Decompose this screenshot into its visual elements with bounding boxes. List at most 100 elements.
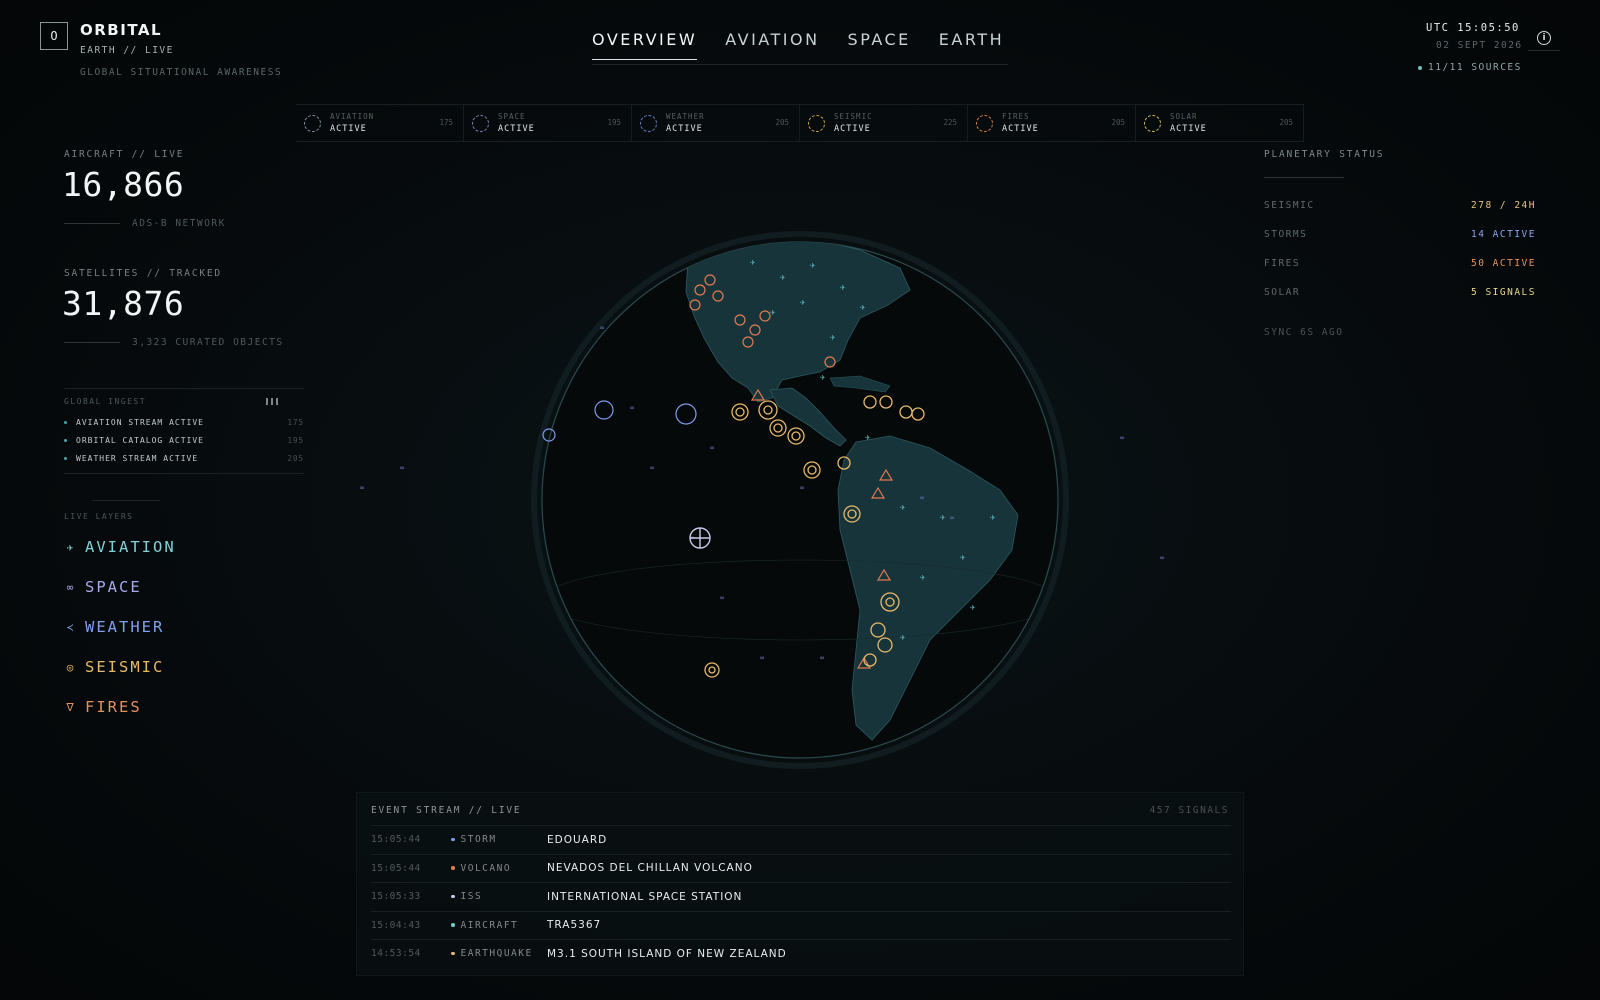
satellite-marker-icon: ∞ — [1160, 554, 1164, 562]
stream-status-strip: AVIATION ACTIVE 175 SPACE ACTIVE 195 WEATHER AC… — [296, 104, 1304, 142]
info-button[interactable]: i — [1528, 25, 1560, 51]
satellite-marker-icon: ∞ — [360, 484, 364, 492]
aircraft-label: AIRCRAFT // LIVE — [64, 149, 185, 160]
event-category-label: AIRCRAFT — [460, 919, 519, 931]
event-time: 15:05:44 — [371, 862, 421, 874]
event-row[interactable]: 15:05:44 STORM EDOUARD — [371, 825, 1231, 853]
satellite-marker-icon: ∞ — [600, 324, 604, 332]
aircraft-marker-icon: ✈ — [940, 513, 946, 523]
layer-toggle-seismic[interactable]: ◎ SEISMIC — [64, 658, 164, 676]
event-category: VOLCANO — [451, 863, 547, 874]
event-stream-title: EVENT STREAM // LIVE — [371, 805, 522, 816]
seismic-icon: ◎ — [66, 660, 74, 674]
stream-status: ACTIVE — [1002, 124, 1039, 134]
event-category: STORM — [451, 834, 547, 845]
tab-earth[interactable]: EARTH — [939, 30, 1004, 60]
event-category-label: ISS — [460, 891, 483, 902]
aircraft-marker-icon: ✈ — [990, 513, 996, 523]
stream-cell-weather[interactable]: WEATHER ACTIVE 205 — [632, 105, 800, 141]
tab-space[interactable]: SPACE — [848, 30, 911, 60]
pause-icon[interactable] — [266, 398, 278, 405]
aircraft-marker-icon: ✈ — [770, 308, 776, 318]
ingest-row-label: WEATHER STREAM ACTIVE — [76, 454, 199, 463]
stream-label: FIRES — [1002, 112, 1030, 121]
stream-count: 205 — [1111, 118, 1125, 127]
event-time: 15:04:43 — [371, 919, 421, 931]
satellite-marker-icon: ∞ — [650, 464, 654, 472]
planetary-value: 5 SIGNALS — [1471, 287, 1536, 298]
status-dot-icon — [1418, 65, 1422, 70]
main-nav: OVERVIEW AVIATION SPACE EARTH — [592, 30, 1004, 60]
aircraft-marker-icon: ✈ — [900, 503, 906, 513]
stream-cell-space[interactable]: SPACE ACTIVE 195 — [464, 105, 632, 141]
layer-toggle-fires[interactable]: ᐁ FIRES — [64, 698, 142, 716]
event-category-label: STORM — [460, 834, 497, 845]
current-date: 02 SEPT 2026 — [1436, 40, 1523, 51]
logo-mark[interactable]: O — [40, 22, 68, 50]
loading-ring-icon — [1144, 114, 1161, 132]
planetary-value: 14 ACTIVE — [1471, 229, 1536, 240]
planetary-row-fires: FIRES 50 ACTIVE — [1264, 258, 1536, 269]
event-category: ISS — [451, 891, 547, 902]
ingest-row-label: AVIATION STREAM ACTIVE — [76, 418, 204, 427]
aircraft-marker-icon: ✈ — [960, 553, 966, 563]
satellite-marker-icon: ∞ — [920, 494, 924, 502]
globe-view[interactable]: ✈ ✈ ✈ ✈ ✈ ✈ ✈ ✈ ✈ ✈ ✈ ✈ ✈ ✈ ✈ ✈ ✈ ∞ ∞ ∞ … — [300, 140, 1300, 790]
tab-aviation[interactable]: AVIATION — [725, 30, 819, 60]
utc-clock: UTC 15:05:50 — [1426, 22, 1520, 34]
stream-status: ACTIVE — [666, 124, 703, 134]
stream-status: ACTIVE — [498, 124, 535, 134]
stream-label: SPACE — [498, 112, 526, 121]
layer-label: SEISMIC — [85, 658, 165, 676]
layer-toggle-aviation[interactable]: ✈ AVIATION — [64, 538, 176, 556]
plane-icon: ✈ — [66, 540, 74, 554]
ingest-title: GLOBAL INGEST — [64, 397, 147, 406]
satellite-marker-icon: ∞ — [400, 464, 404, 472]
stream-status: ACTIVE — [1170, 124, 1207, 134]
event-row[interactable]: 15:05:44 VOLCANO NEVADOS DEL CHILLAN VOLCA… — [371, 853, 1231, 882]
layer-toggle-space[interactable]: ∞ SPACE — [64, 578, 142, 596]
aircraft-marker-icon: ✈ — [800, 298, 806, 308]
ingest-row: ORBITAL CATALOG ACTIVE 195 — [64, 436, 304, 445]
satellite-marker-icon: ∞ — [760, 654, 764, 662]
aircraft-marker-icon: ✈ — [920, 573, 926, 583]
layer-label: SPACE — [85, 578, 142, 596]
stream-label: WEATHER — [666, 112, 705, 121]
fire-icon: ᐁ — [66, 700, 74, 714]
globe-svg[interactable]: ✈ ✈ ✈ ✈ ✈ ✈ ✈ ✈ ✈ ✈ ✈ ✈ ✈ ✈ ✈ ✈ ✈ ∞ ∞ ∞ … — [300, 140, 1300, 790]
status-dot-icon — [64, 421, 67, 424]
planetary-row-solar: SOLAR 5 SIGNALS — [1264, 287, 1536, 298]
satellite-marker-icon: ∞ — [800, 484, 804, 492]
aircraft-marker-icon: ✈ — [865, 433, 871, 443]
sources-label: 11/11 SOURCES — [1428, 62, 1522, 73]
satellite-marker-icon: ∞ — [820, 654, 824, 662]
divider — [92, 500, 160, 501]
event-row[interactable]: 15:04:43 AIRCRAFT TRA5367 — [371, 910, 1231, 939]
event-time: 15:05:33 — [371, 891, 421, 902]
stream-cell-aviation[interactable]: AVIATION ACTIVE 175 — [296, 105, 464, 141]
aircraft-source-label: ADS-B NETWORK — [132, 218, 226, 229]
event-time: 15:05:44 — [371, 834, 421, 845]
layer-label: WEATHER — [85, 618, 165, 636]
event-title: NEVADOS DEL CHILLAN VOLCANO — [547, 862, 753, 874]
stream-status: ACTIVE — [834, 124, 871, 134]
loading-ring-icon — [472, 114, 489, 132]
aircraft-marker-icon: ✈ — [780, 273, 786, 283]
stream-count: 205 — [1279, 118, 1293, 127]
category-dot-icon — [451, 894, 455, 899]
app-title: ORBITAL — [80, 21, 163, 39]
aircraft-marker-icon: ✈ — [820, 373, 826, 383]
iss-marker-icon[interactable] — [689, 527, 711, 549]
event-row[interactable]: 14:53:54 EARTHQUAKE M3.1 SOUTH ISLAND OF N… — [371, 939, 1231, 967]
ingest-row-label: ORBITAL CATALOG ACTIVE — [76, 436, 204, 445]
stream-cell-solar[interactable]: SOLAR ACTIVE 205 — [1136, 105, 1304, 141]
stream-cell-seismic[interactable]: SEISMIC ACTIVE 225 — [800, 105, 968, 141]
tab-overview[interactable]: OVERVIEW — [592, 30, 698, 60]
planetary-row-storms: STORMS 14 ACTIVE — [1264, 229, 1536, 240]
layer-toggle-weather[interactable]: ≺ WEATHER — [64, 618, 164, 636]
storm-icon: ≺ — [66, 620, 74, 634]
ingest-row: AVIATION STREAM ACTIVE 175 — [64, 418, 304, 427]
event-row[interactable]: 15:05:33 ISS INTERNATIONAL SPACE STATION — [371, 882, 1231, 910]
satellites-curated: 3,323 CURATED OBJECTS — [64, 337, 284, 348]
stream-cell-fires[interactable]: FIRES ACTIVE 205 — [968, 105, 1136, 141]
